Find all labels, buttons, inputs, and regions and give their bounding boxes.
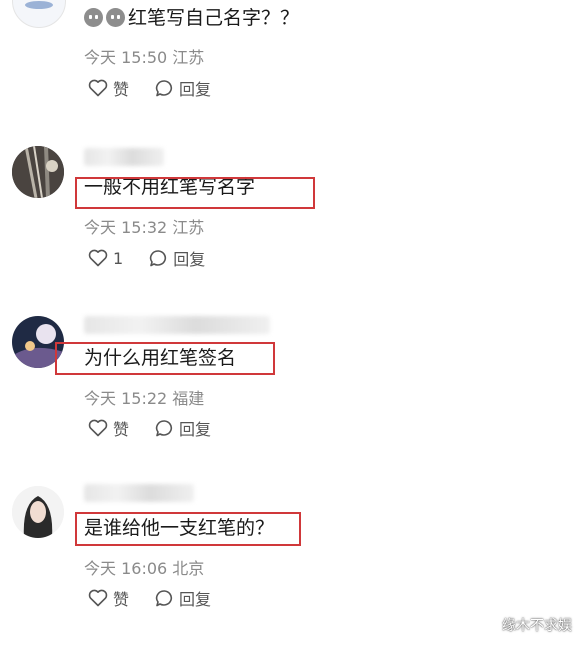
heart-icon [88,589,108,607]
avatar[interactable] [12,146,64,198]
comment-location: 江苏 [172,48,205,67]
comment-location: 江苏 [172,218,205,237]
heart-icon [88,419,108,437]
heart-icon [88,249,108,267]
comment-item: 是谁给他一支红笔的？ 今天 16:06 北京 赞 回复 [0,480,582,640]
comment-meta: 今天 15:32 江苏 [84,214,204,238]
username-blurred [84,148,164,166]
speech-bubble-icon [150,250,167,267]
avatar[interactable] [12,486,64,538]
comment-actions: 赞 回复 [88,587,237,609]
comment-time: 今天 16:06 [84,559,168,578]
reply-label: 回复 [173,250,206,269]
reply-button[interactable]: 回复 [155,586,211,610]
doge-face-icon [106,8,125,27]
comment-item: 一般不用红笔写名字 今天 15:32 江苏 1 回复 [0,140,582,290]
reply-label: 回复 [179,590,212,609]
highlight-box [75,177,315,209]
reply-button[interactable]: 回复 [149,246,205,270]
comment-item: 为什么用红笔签名 今天 15:22 福建 赞 回复 [0,310,582,460]
comment-actions: 1 回复 [88,247,231,269]
username-blurred [84,316,270,334]
speech-bubble-icon [155,80,173,97]
reply-button[interactable]: 回复 [155,416,211,440]
avatar[interactable] [12,0,66,28]
comment-location: 福建 [172,389,205,408]
comment-time: 今天 15:22 [84,389,168,408]
like-label: 赞 [113,590,130,609]
comment-meta: 今天 15:50 江苏 [84,44,204,68]
comment-actions: 赞 回复 [88,77,237,99]
comment-location: 北京 [172,559,205,578]
like-label: 赞 [113,420,130,439]
heart-icon [88,79,108,97]
highlight-box [75,512,301,546]
comment-actions: 赞 回复 [88,417,237,439]
like-button[interactable]: 1 [88,249,123,268]
like-label: 赞 [113,80,130,99]
reply-label: 回复 [179,420,212,439]
comment-time: 今天 15:32 [84,218,168,237]
reply-label: 回复 [179,80,212,99]
like-button[interactable]: 赞 [88,416,129,440]
speech-bubble-icon [155,420,173,437]
comment-text: 红笔写自己名字？？ [84,6,299,30]
doge-face-icon [84,8,103,27]
comment-meta: 今天 15:22 福建 [84,385,204,409]
username-blurred [84,484,194,502]
speech-bubble-icon [155,590,173,607]
like-count: 1 [113,248,124,268]
highlight-box [55,342,275,375]
watermark: 缘木不求娱 [502,618,572,634]
reply-button[interactable]: 回复 [155,76,211,100]
like-button[interactable]: 赞 [88,76,129,100]
like-button[interactable]: 赞 [88,586,129,610]
comment-item: 红笔写自己名字？？ 今天 15:50 江苏 赞 回复 [0,0,582,120]
comment-meta: 今天 16:06 北京 [84,555,204,579]
comment-time: 今天 15:50 [84,48,168,67]
